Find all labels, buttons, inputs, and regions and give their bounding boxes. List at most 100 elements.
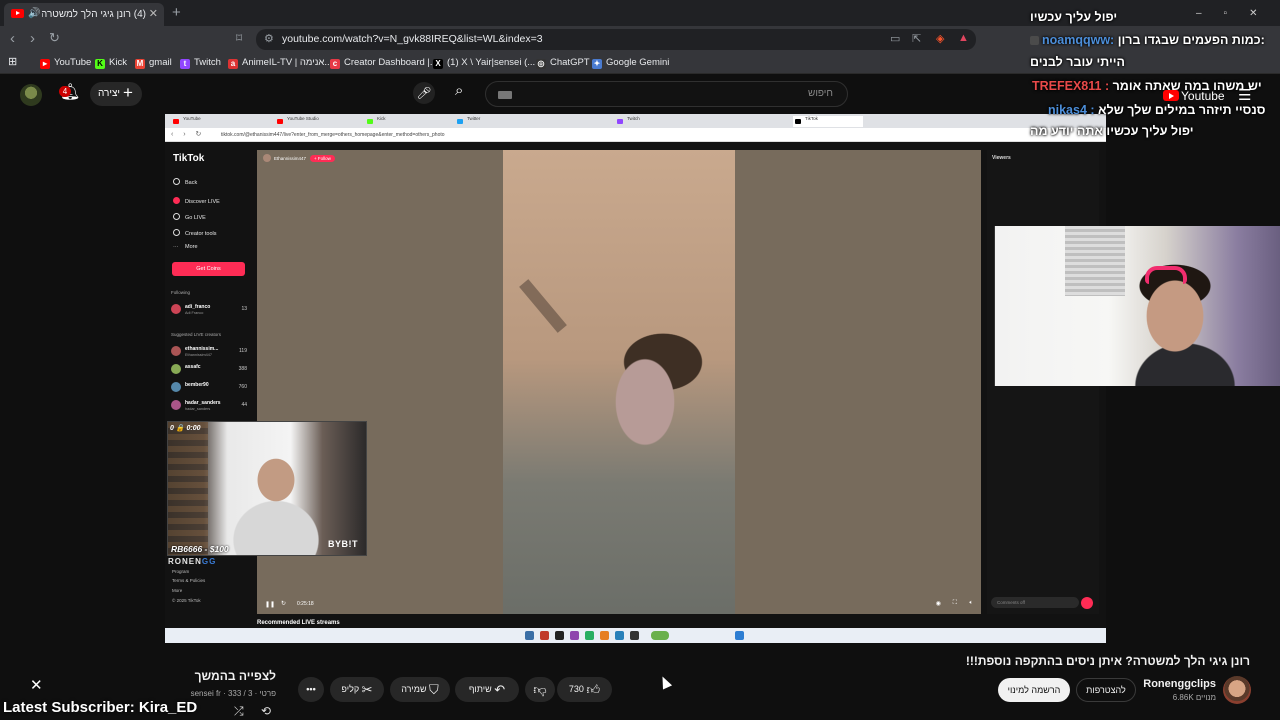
tiktok-logo: TikTok <box>173 153 205 164</box>
embedded-tab: YouTube <box>171 116 231 127</box>
taskbar-icon <box>570 631 579 640</box>
window-controls[interactable]: –▫✕ <box>1196 8 1280 19</box>
tiktok-nav-discover: Discover LIVE <box>173 197 220 205</box>
chat-message: הייתי עובר לבנים <box>1030 55 1125 69</box>
search-input[interactable]: חיפוש <box>485 81 848 107</box>
bookmark-youtube[interactable]: ▸ YouTube <box>40 57 91 69</box>
join-button[interactable]: להצטרפות <box>1076 678 1136 702</box>
following-user: adi_franco Adi Franco 13 <box>171 303 249 317</box>
clip-button[interactable]: קליפ ✂ <box>330 677 384 702</box>
bookmark-animeil[interactable]: a AnimeIL-TV | אנימה... <box>228 57 332 69</box>
rewards-icon[interactable]: ▲ <box>958 32 969 44</box>
share-button[interactable]: שיתוף ↶ <box>455 677 519 702</box>
subscribe-button[interactable]: הרשמה למינוי <box>998 678 1070 702</box>
dislike-button[interactable]: 👎︎ <box>525 677 555 702</box>
webcam-stat: 0 🔒 0:00 <box>170 425 201 432</box>
more-actions-button[interactable]: ••• <box>298 677 324 702</box>
tiktok-footer-link: More <box>172 588 183 593</box>
create-button[interactable]: יצירה + <box>90 82 142 106</box>
guest-webcam <box>994 226 1280 386</box>
settings-icon: ◉ <box>935 601 941 607</box>
channel-avatar[interactable] <box>1223 676 1251 704</box>
live-camera-feed <box>503 150 735 614</box>
embedded-tab: Twitch <box>615 116 675 127</box>
chat-message: יפול עליך עכשיו אתה יודע מה <box>1030 124 1194 138</box>
taskbar-icon <box>651 631 669 640</box>
chat-message: יפול עליך עכשיו <box>1030 10 1118 24</box>
menu-icon[interactable]: ☰ <box>1238 86 1251 104</box>
brand-logo: RONENGG <box>168 557 217 566</box>
taskbar-icon <box>555 631 564 640</box>
thumbs-down-icon: 👎︎ <box>533 682 547 697</box>
bookmark-icon[interactable]: ⌑ <box>236 31 242 45</box>
mouse-cursor <box>657 674 673 690</box>
fullscreen-icon: ⛶ <box>952 600 957 606</box>
save-button[interactable]: שמירה ⛉ <box>390 677 450 702</box>
taskbar-icon <box>630 631 639 640</box>
dashboard-icon: c <box>330 59 340 69</box>
comments-off-field: Comments off <box>991 597 1079 608</box>
following-label: Following <box>171 290 191 295</box>
account-avatar[interactable] <box>20 84 42 106</box>
bookmark-chatgpt[interactable]: ◎ ChatGPT <box>536 57 590 69</box>
like-button[interactable]: 730 👍︎ <box>557 677 612 702</box>
tiktok-footer-link: Program <box>172 569 190 574</box>
bookmark-kick[interactable]: K Kick <box>95 57 127 69</box>
cast-icon[interactable]: ▭ <box>890 32 900 45</box>
back-icon[interactable]: ‹ <box>10 30 15 47</box>
suggested-user: assafc 388 <box>171 363 249 377</box>
latest-subscriber-overlay: Latest Subscriber: Kira_ED <box>3 699 198 716</box>
pause-icon: ❚❚ <box>265 602 276 608</box>
share-icon[interactable]: ⇱ <box>912 32 921 45</box>
embedded-taskbar <box>165 628 1106 643</box>
shuffle-icon[interactable]: ⤮ <box>234 704 244 719</box>
browser-tab[interactable]: 🔊 (4) רונן גיגי הלך למשטרה? אי ✕ <box>4 3 164 26</box>
tiktok-nav-golive: Go LIVE <box>173 213 206 221</box>
omnibox[interactable]: ⚙ youtube.com/watch?v=N_gvk88IREQ&list=W… <box>256 29 976 50</box>
x-icon: X <box>433 59 443 69</box>
thumbs-up-icon: 👍︎ <box>586 682 601 697</box>
playlist-title: לצפייה בהמשך <box>194 669 276 683</box>
tiktok-nav-creator-tools: Creator tools <box>173 229 217 237</box>
speaker-icon[interactable]: 🔊 <box>28 8 40 19</box>
voice-search-mic-icon[interactable]: 🎤︎ <box>413 82 435 104</box>
reload-icon[interactable]: ↻ <box>49 30 60 46</box>
plus-icon: + <box>123 83 133 102</box>
refresh-icon: ↻ <box>281 601 287 607</box>
new-tab-icon[interactable]: + <box>172 4 181 21</box>
youtube-icon: ▸ <box>40 59 50 69</box>
animeil-icon: a <box>228 59 238 69</box>
close-playlist-icon[interactable]: ✕ <box>30 676 43 694</box>
youtube-play-icon <box>1163 90 1179 101</box>
taskbar-icon <box>540 631 549 640</box>
youtube-logo[interactable]: Youtube <box>1163 89 1225 103</box>
bookmark-gemini[interactable]: ✦ Google Gemini <box>592 57 669 69</box>
bookmark-x[interactable]: X (1) X \ Yair|sensei (... <box>433 57 535 69</box>
tiktok-footer-copyright: © 2025 TikTok <box>172 598 201 603</box>
video-player[interactable]: YouTube YouTube Studio Kick Twitter Twit… <box>165 114 1106 643</box>
youtube-favicon-icon <box>11 9 24 18</box>
bookmark-creator-dashboard[interactable]: c Creator Dashboard |... <box>330 57 438 69</box>
forward-icon[interactable]: › <box>30 30 35 47</box>
embedded-tab: YouTube Studio <box>275 116 335 127</box>
tiktok-footer-link: Terms & Policies <box>172 578 206 583</box>
search-icon[interactable]: ⌕ <box>455 82 481 106</box>
video-title: רונן גיגי הלך למשטרה? איתן ניסים בהתקפה … <box>965 654 1250 668</box>
stream-controls: ❚❚ ↻ 0:25:18 ◉ ⛶ 🔈︎ <box>257 596 981 614</box>
embedded-tab: Kick <box>365 116 425 127</box>
scissors-icon: ✂ <box>361 682 373 697</box>
apps-grid-icon[interactable]: ⊞ <box>8 55 17 68</box>
bookmark-twitch[interactable]: t Twitch <box>180 57 221 69</box>
keyboard-icon[interactable] <box>498 91 512 99</box>
embedded-browser-tabs: YouTube YouTube Studio Kick Twitter Twit… <box>165 114 1106 128</box>
site-info-icon[interactable]: ⚙ <box>264 32 274 45</box>
close-tab-icon[interactable]: ✕ <box>149 7 158 20</box>
brave-shield-icon[interactable]: ◈ <box>936 32 944 45</box>
suggested-label: Suggested LIVE creators <box>171 332 222 337</box>
heart-icon <box>1081 597 1093 609</box>
loop-icon[interactable]: ⟲ <box>261 704 271 718</box>
chat-message: nikas4 : סנסיי תיזהר במילים שלך שלא <box>1048 103 1266 117</box>
bookmark-gmail[interactable]: Mgmail <box>135 57 172 69</box>
stream-time: 0:25:18 <box>297 601 314 607</box>
tiktok-nav-back: Back <box>173 178 197 186</box>
